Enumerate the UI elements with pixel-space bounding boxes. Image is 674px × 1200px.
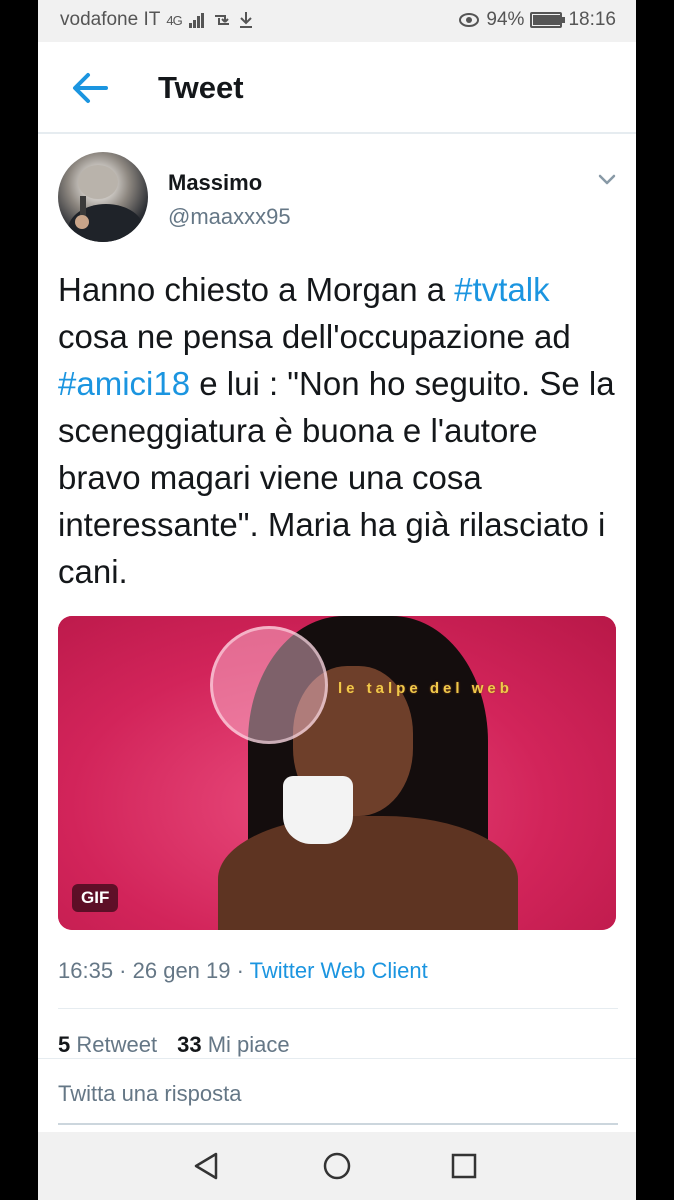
retweet-notification-icon: [214, 15, 229, 25]
tweet-time: 16:35: [58, 958, 114, 983]
media-cup: [283, 776, 353, 844]
page-title: Tweet: [158, 70, 244, 105]
separator: ·: [113, 958, 133, 983]
tweet-text-part: cosa ne pensa dell'occupazione ad: [58, 318, 571, 355]
triangle-back-icon: [194, 1152, 218, 1180]
watermark-text: le talpe del web: [338, 680, 513, 697]
media-figure-body: [218, 816, 518, 930]
retweets-count: 5: [58, 1032, 71, 1057]
retweets-stat[interactable]: 5 Retweet: [58, 1032, 157, 1058]
nav-back-button[interactable]: [188, 1148, 224, 1184]
tweet-text: Hanno chiesto a Morgan a #tvtalk cosa ne…: [58, 266, 618, 595]
author-handle[interactable]: @maaxxx95: [168, 204, 291, 230]
nav-recents-button[interactable]: [446, 1148, 482, 1184]
battery-icon: [530, 12, 566, 28]
watermark-stamp: [210, 626, 328, 744]
tweet-text-part: Hanno chiesto a Morgan a: [58, 271, 455, 308]
nav-home-button[interactable]: [319, 1148, 355, 1184]
status-right: 94% 18:16: [458, 9, 616, 31]
avatar[interactable]: [58, 152, 148, 242]
twitter-app-screen: vodafone IT 4G 94% 18:16 Tweet Massimo @…: [38, 0, 636, 1200]
status-bar: vodafone IT 4G 94% 18:16: [38, 0, 636, 42]
clock: 18:16: [568, 9, 616, 30]
reply-input[interactable]: Twitta una risposta: [58, 1081, 241, 1107]
eye-comfort-icon: [459, 13, 480, 27]
tweet-date: 26 gen 19: [132, 958, 231, 983]
top-app-bar: Tweet: [38, 42, 636, 134]
carrier-label: vodafone IT: [60, 9, 161, 30]
download-icon: [239, 12, 252, 28]
chevron-down-icon[interactable]: [596, 168, 618, 190]
tweet-gif-media[interactable]: le talpe del web GIF: [58, 616, 616, 930]
avatar-figure-icon: [68, 165, 144, 242]
separator: ·: [230, 958, 250, 983]
signal-icon: [188, 13, 204, 28]
reply-bar: Twitta una risposta: [38, 1058, 636, 1132]
gif-badge: GIF: [72, 884, 119, 912]
reply-underline: [58, 1123, 618, 1125]
tweet-client-link[interactable]: Twitter Web Client: [250, 958, 428, 983]
back-button[interactable]: [68, 68, 112, 108]
tweet-timestamp: 16:35 · 26 gen 19 · Twitter Web Client: [58, 958, 428, 984]
hashtag-amici18[interactable]: #amici18: [58, 365, 190, 402]
square-recents-icon: [451, 1153, 477, 1179]
network-type-label: 4G: [166, 12, 182, 28]
battery-percent: 94%: [486, 9, 525, 30]
system-nav-bar: [38, 1132, 636, 1200]
retweets-label: Retweet: [76, 1032, 158, 1057]
status-left: vodafone IT 4G: [60, 9, 254, 31]
arrow-left-icon: [73, 73, 108, 103]
likes-count: 33: [177, 1032, 202, 1057]
circle-home-icon: [323, 1152, 351, 1180]
hashtag-tvtalk[interactable]: #tvtalk: [454, 271, 549, 308]
tweet-stats: 5 Retweet 33 Mi piace: [58, 1032, 290, 1058]
author-name[interactable]: Massimo: [168, 170, 262, 196]
likes-stat[interactable]: 33 Mi piace: [177, 1032, 290, 1058]
likes-label: Mi piace: [207, 1032, 290, 1057]
divider: [58, 1008, 618, 1009]
